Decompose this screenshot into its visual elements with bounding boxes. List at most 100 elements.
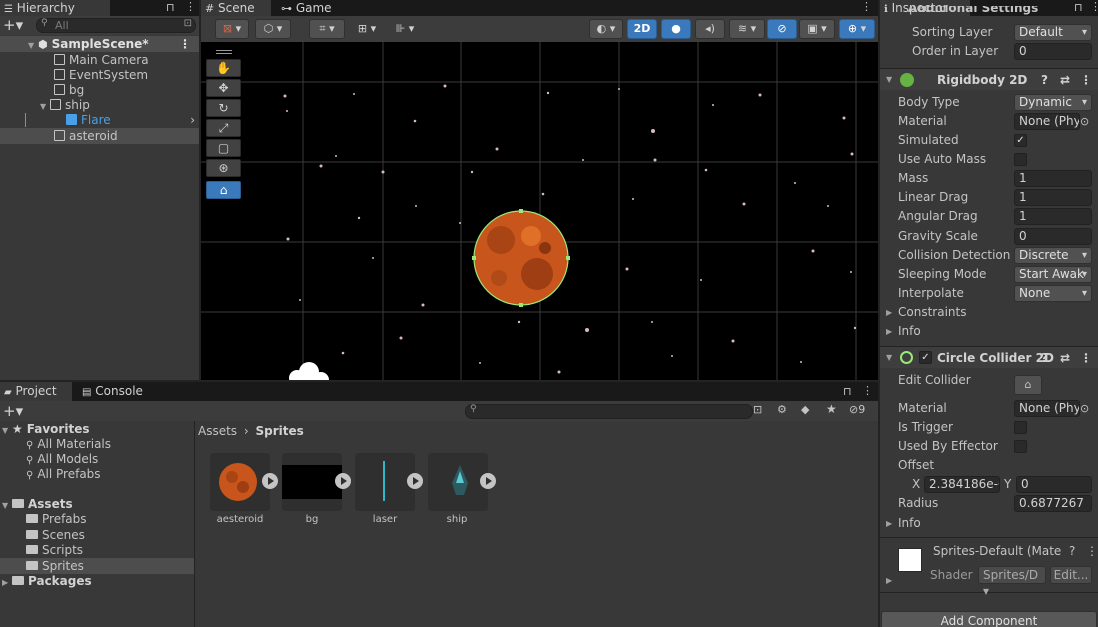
linear-drag-field[interactable]: 1 <box>1014 189 1092 206</box>
filter-by-label-icon[interactable]: ◆ <box>801 403 809 416</box>
hierarchy-item-ship[interactable]: ▼ ship <box>0 97 199 113</box>
object-picker-icon[interactable]: ⊙ <box>1080 112 1089 131</box>
shading-dropdown[interactable]: ◐ ▾ <box>589 19 623 39</box>
sleeping-mode-dropdown[interactable]: Start Awak <box>1014 266 1092 283</box>
gravity-scale-field[interactable]: 0 <box>1014 228 1092 245</box>
simulated-checkbox[interactable]: ✓ <box>1014 134 1027 147</box>
asset-folder[interactable]: Scripts <box>26 542 83 558</box>
gizmos-dropdown[interactable]: ⊕ ▾ <box>839 19 875 39</box>
offset-x-field[interactable]: 2.384186e-0 <box>924 476 1000 493</box>
shader-dropdown[interactable]: Sprites/D ▾ <box>978 566 1046 598</box>
lock-icon[interactable]: ⊓ <box>166 1 175 14</box>
tab-hierarchy[interactable]: ☰ Hierarchy <box>0 0 110 16</box>
used-by-effector-checkbox[interactable] <box>1014 440 1027 453</box>
rigidbody2d-header[interactable]: ▼ Rigidbody 2D ? ⇄ ⋮ <box>880 68 1098 90</box>
mass-field[interactable]: 1 <box>1014 170 1092 187</box>
collapse-triangle-icon[interactable]: ▶ <box>886 576 896 585</box>
audio-toggle[interactable]: ◂) <box>695 19 725 39</box>
increment-snap-dropdown[interactable]: ⊪ ▾ <box>387 19 423 39</box>
lock-icon[interactable]: ⊓ <box>843 385 852 398</box>
interpolate-dropdown[interactable]: None <box>1014 285 1092 302</box>
expand-triangle-icon[interactable]: ▼ <box>2 498 12 514</box>
edit-collider-button[interactable]: ⌂ <box>1014 375 1042 395</box>
hierarchy-item-main-camera[interactable]: Main Camera <box>0 52 199 68</box>
assets-header[interactable]: ▼ Assets <box>2 496 73 512</box>
order-in-layer-field[interactable]: 0 <box>1014 43 1092 60</box>
collapse-triangle-icon[interactable]: ▶ <box>886 303 896 322</box>
search-field[interactable]: ⚲ All ⊡ <box>36 18 196 33</box>
draw-mode-dropdown[interactable]: ⊠ ▾ <box>215 19 249 39</box>
camera-dropdown[interactable]: ▣ ▾ <box>799 19 835 39</box>
collider-info-foldout[interactable]: ▶ Info <box>886 514 1098 533</box>
material-preview-swatch[interactable] <box>898 548 922 572</box>
kebab-menu-icon[interactable]: ⋮ <box>1080 69 1092 91</box>
view-options-dropdown[interactable]: ⬡ ▾ <box>255 19 291 39</box>
scale-tool-button[interactable]: ⤢ <box>206 119 241 137</box>
play-preview-button[interactable] <box>480 473 496 489</box>
preset-icon[interactable]: ⇄ <box>1060 347 1070 369</box>
offset-x-label[interactable]: X <box>912 475 920 494</box>
radius-field[interactable]: 0.6877267 <box>1014 495 1092 512</box>
edit-shader-button[interactable]: Edit... <box>1050 566 1092 584</box>
asset-tile-ship[interactable] <box>428 453 488 511</box>
favorites-item[interactable]: ⚲ All Prefabs <box>26 466 101 482</box>
tools-grip[interactable] <box>216 50 232 51</box>
kebab-menu-icon[interactable]: ⋮ <box>179 36 191 52</box>
help-icon[interactable]: ? <box>1069 544 1075 558</box>
hidden-packages-toggle[interactable]: ⊘9 <box>849 403 865 416</box>
hierarchy-item-eventsystem[interactable]: EventSystem <box>0 67 199 83</box>
info-foldout[interactable]: ▶ Info <box>886 322 1098 341</box>
kebab-menu-icon[interactable]: ⋮ <box>1080 347 1092 369</box>
offset-y-field[interactable]: 0 <box>1016 476 1092 493</box>
search-by-type-icon[interactable]: ⊡ <box>753 403 762 416</box>
hierarchy-item-flare[interactable]: Flare › <box>0 112 199 128</box>
material-field[interactable]: None (Phys <box>1014 113 1080 130</box>
tree-divider[interactable] <box>194 421 195 627</box>
add-icon[interactable]: +▾ <box>3 402 23 420</box>
expand-triangle-icon[interactable]: ▼ <box>2 423 12 439</box>
collapse-triangle-icon[interactable]: ▶ <box>886 322 896 341</box>
effects-dropdown[interactable]: ≋ ▾ <box>729 19 765 39</box>
body-type-dropdown[interactable]: Dynamic <box>1014 94 1092 111</box>
rotate-tool-button[interactable]: ↻ <box>206 99 241 117</box>
asset-tile-aesteroid[interactable] <box>210 453 270 511</box>
visibility-toggle[interactable]: ⊘ <box>767 19 797 39</box>
collapse-triangle-icon[interactable]: ▶ <box>886 514 896 533</box>
asset-folder-selected[interactable]: Sprites <box>0 558 194 574</box>
toggle-2d-button[interactable]: 2D <box>627 19 657 39</box>
collider-material-field[interactable]: None (Phys <box>1014 400 1080 417</box>
hand-tool-button[interactable]: ✋ <box>206 59 241 77</box>
play-preview-button[interactable] <box>335 473 351 489</box>
chevron-right-icon[interactable]: › <box>190 112 195 128</box>
favorites-item[interactable]: ⚲ All Models <box>26 451 98 467</box>
lock-icon[interactable]: ⊓ <box>1074 1 1083 14</box>
panel-divider[interactable] <box>0 380 878 382</box>
expand-triangle-icon[interactable]: ▼ <box>886 69 896 91</box>
scene-search-icon[interactable]: ⊡ <box>184 18 192 29</box>
packages-header[interactable]: ▶ Packages <box>2 573 92 589</box>
kebab-menu-icon[interactable]: ⋮ <box>185 0 196 13</box>
filter-by-type-icon[interactable]: ⚙ <box>777 403 787 416</box>
additional-settings-header[interactable]: Additional Settings <box>908 6 1038 16</box>
object-picker-icon[interactable]: ⊙ <box>1080 399 1089 418</box>
asset-folder[interactable]: Scenes <box>26 527 85 543</box>
edit-collider-tool-button[interactable]: ⌂ <box>206 181 241 199</box>
project-search-field[interactable]: ⚲ <box>465 404 753 419</box>
hierarchy-item-asteroid[interactable]: asteroid <box>0 128 199 144</box>
asset-tile-laser[interactable] <box>355 453 415 511</box>
tab-scene[interactable]: # Scene <box>201 0 271 16</box>
star-icon[interactable]: ★ <box>826 402 837 416</box>
move-snap-dropdown[interactable]: ⌗ ▾ <box>309 19 345 39</box>
is-trigger-checkbox[interactable] <box>1014 421 1027 434</box>
kebab-menu-icon[interactable]: ⋮ <box>862 384 873 397</box>
help-icon[interactable]: ? <box>1041 69 1048 91</box>
collider-enabled-checkbox[interactable]: ✓ <box>919 351 932 364</box>
transform-tool-button[interactable]: ⊛ <box>206 159 241 177</box>
favorites-item[interactable]: ⚲ All Materials <box>26 436 111 452</box>
scene-viewport[interactable]: ✋ ✥ ↻ ⤢ ▢ ⊛ ⌂ <box>201 42 878 380</box>
sorting-layer-dropdown[interactable]: Default <box>1014 24 1092 41</box>
angular-drag-field[interactable]: 1 <box>1014 208 1092 225</box>
panel-divider[interactable] <box>878 0 880 627</box>
add-icon[interactable]: +▾ <box>3 16 23 34</box>
kebab-menu-icon[interactable]: ⋮ <box>1090 0 1098 13</box>
